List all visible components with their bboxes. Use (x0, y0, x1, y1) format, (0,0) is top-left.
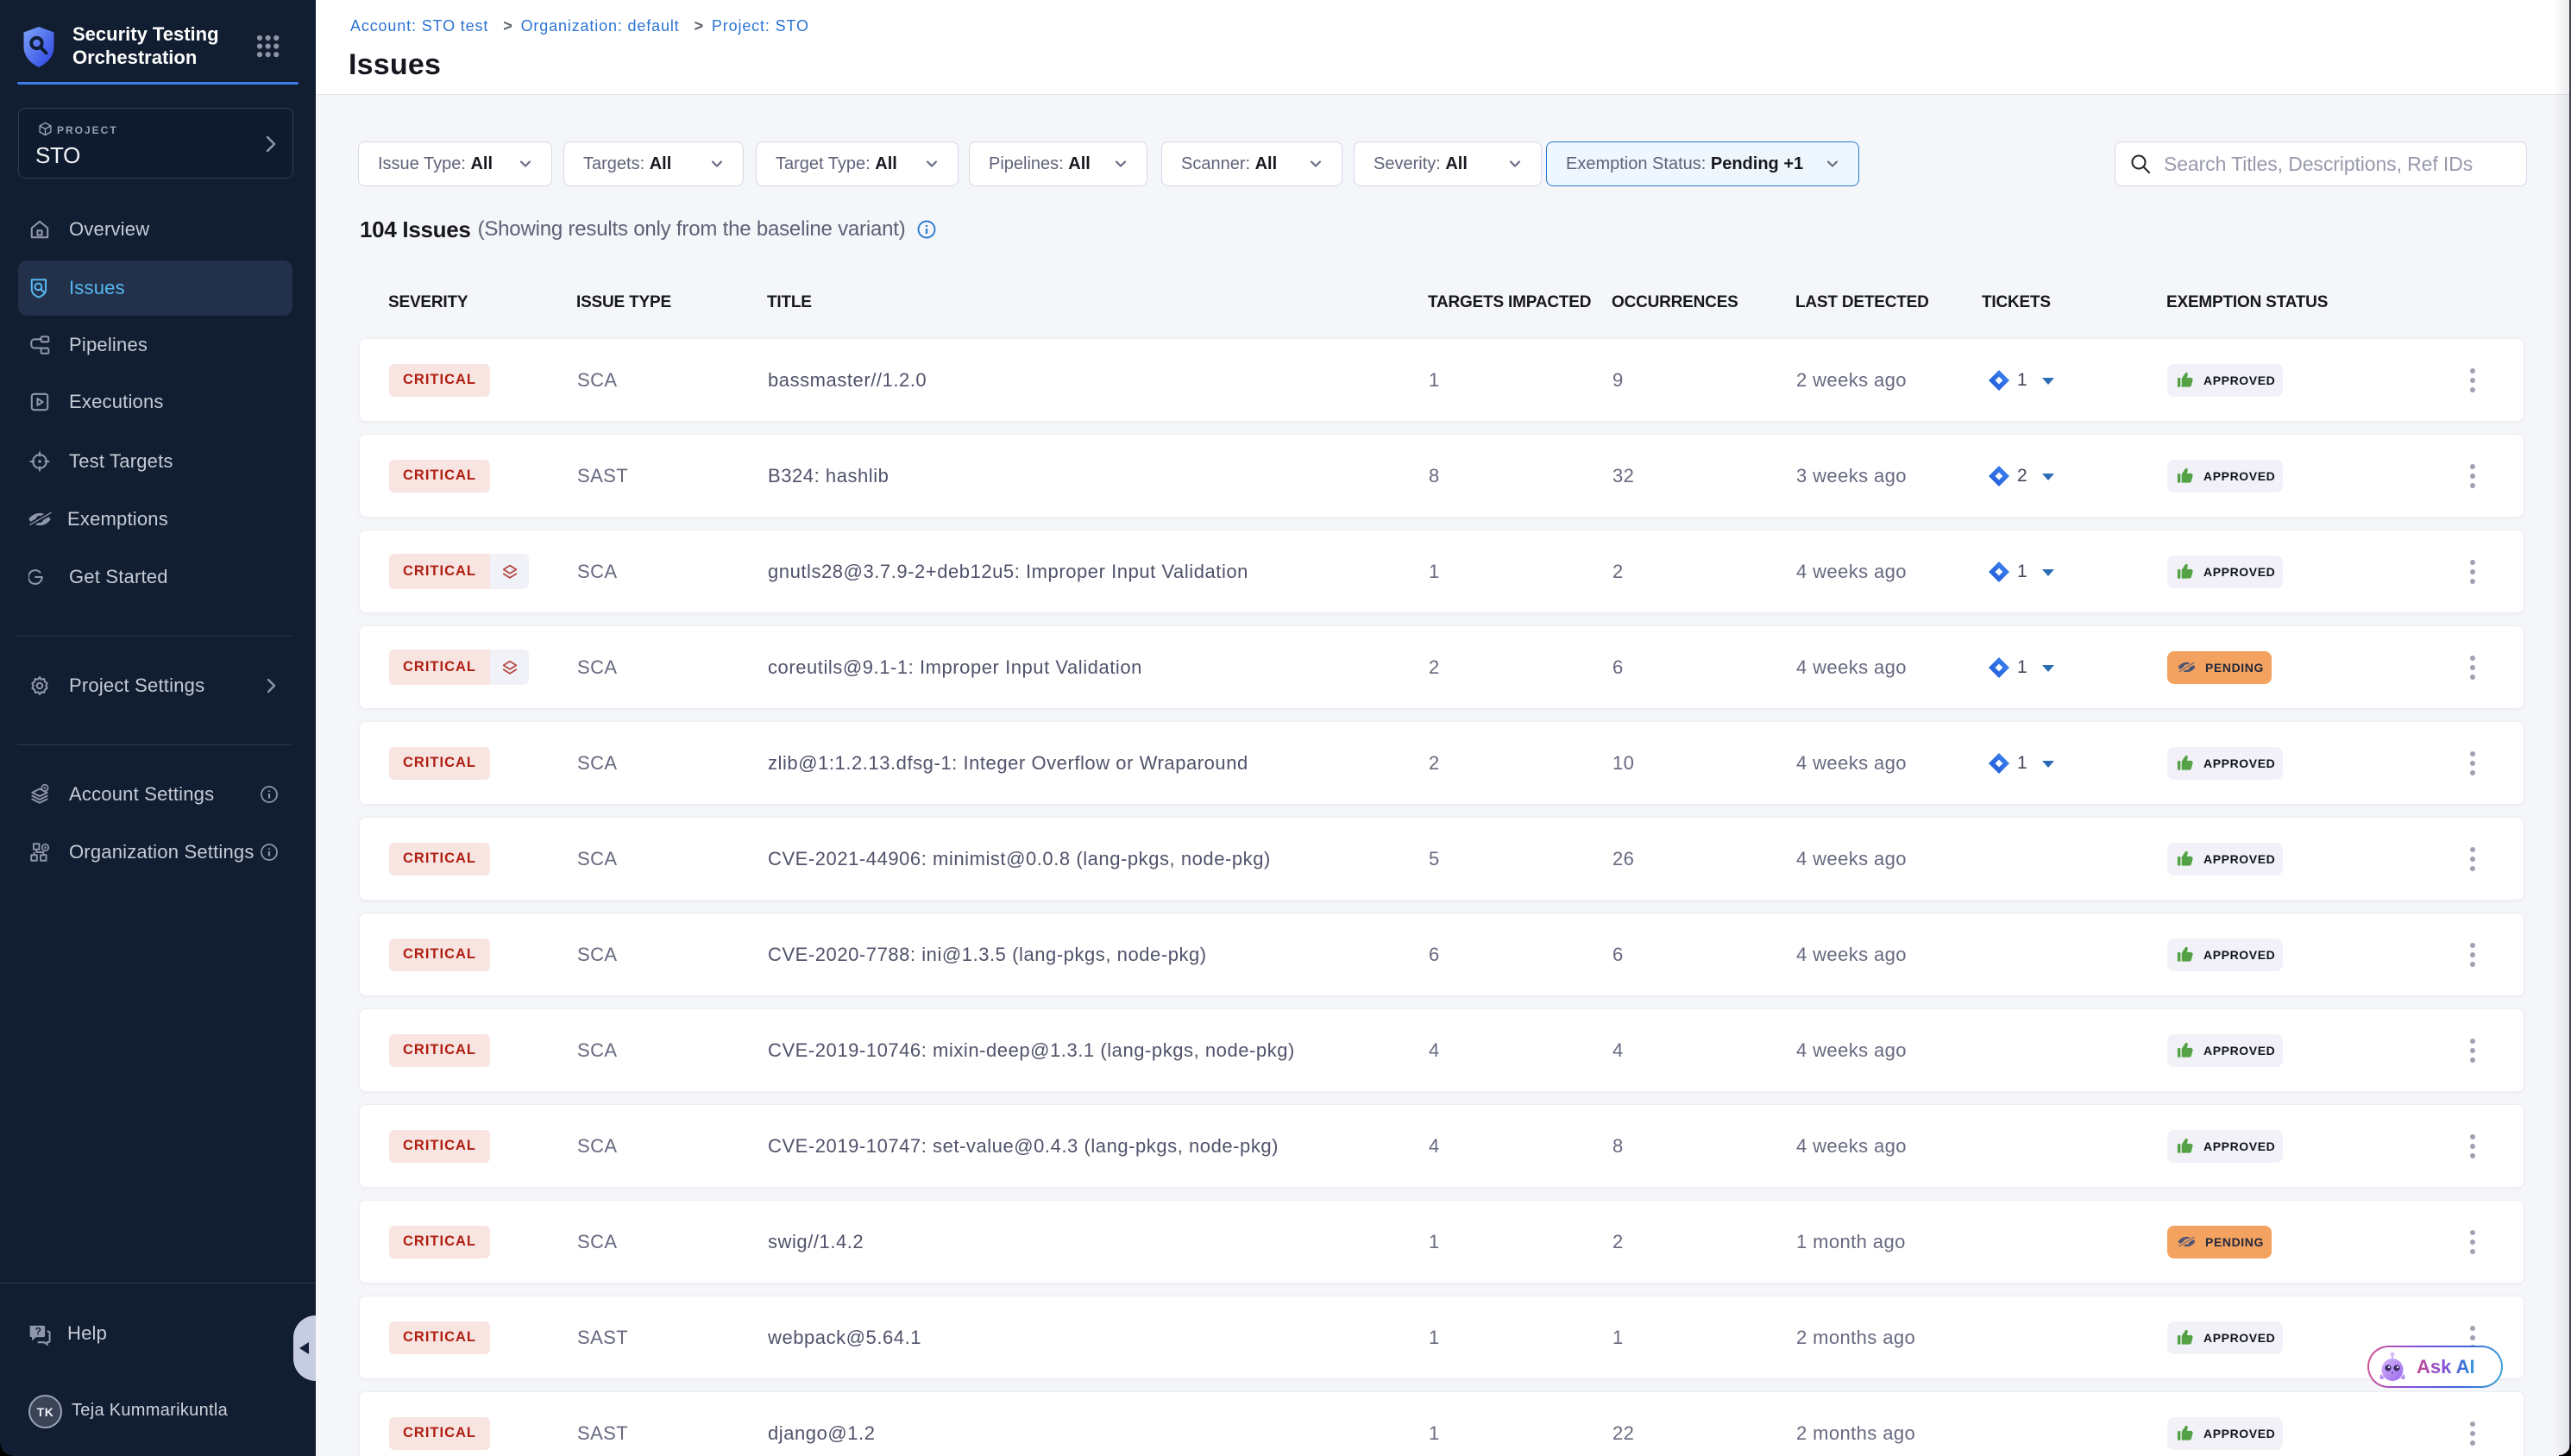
svg-text:?: ? (35, 1325, 41, 1337)
